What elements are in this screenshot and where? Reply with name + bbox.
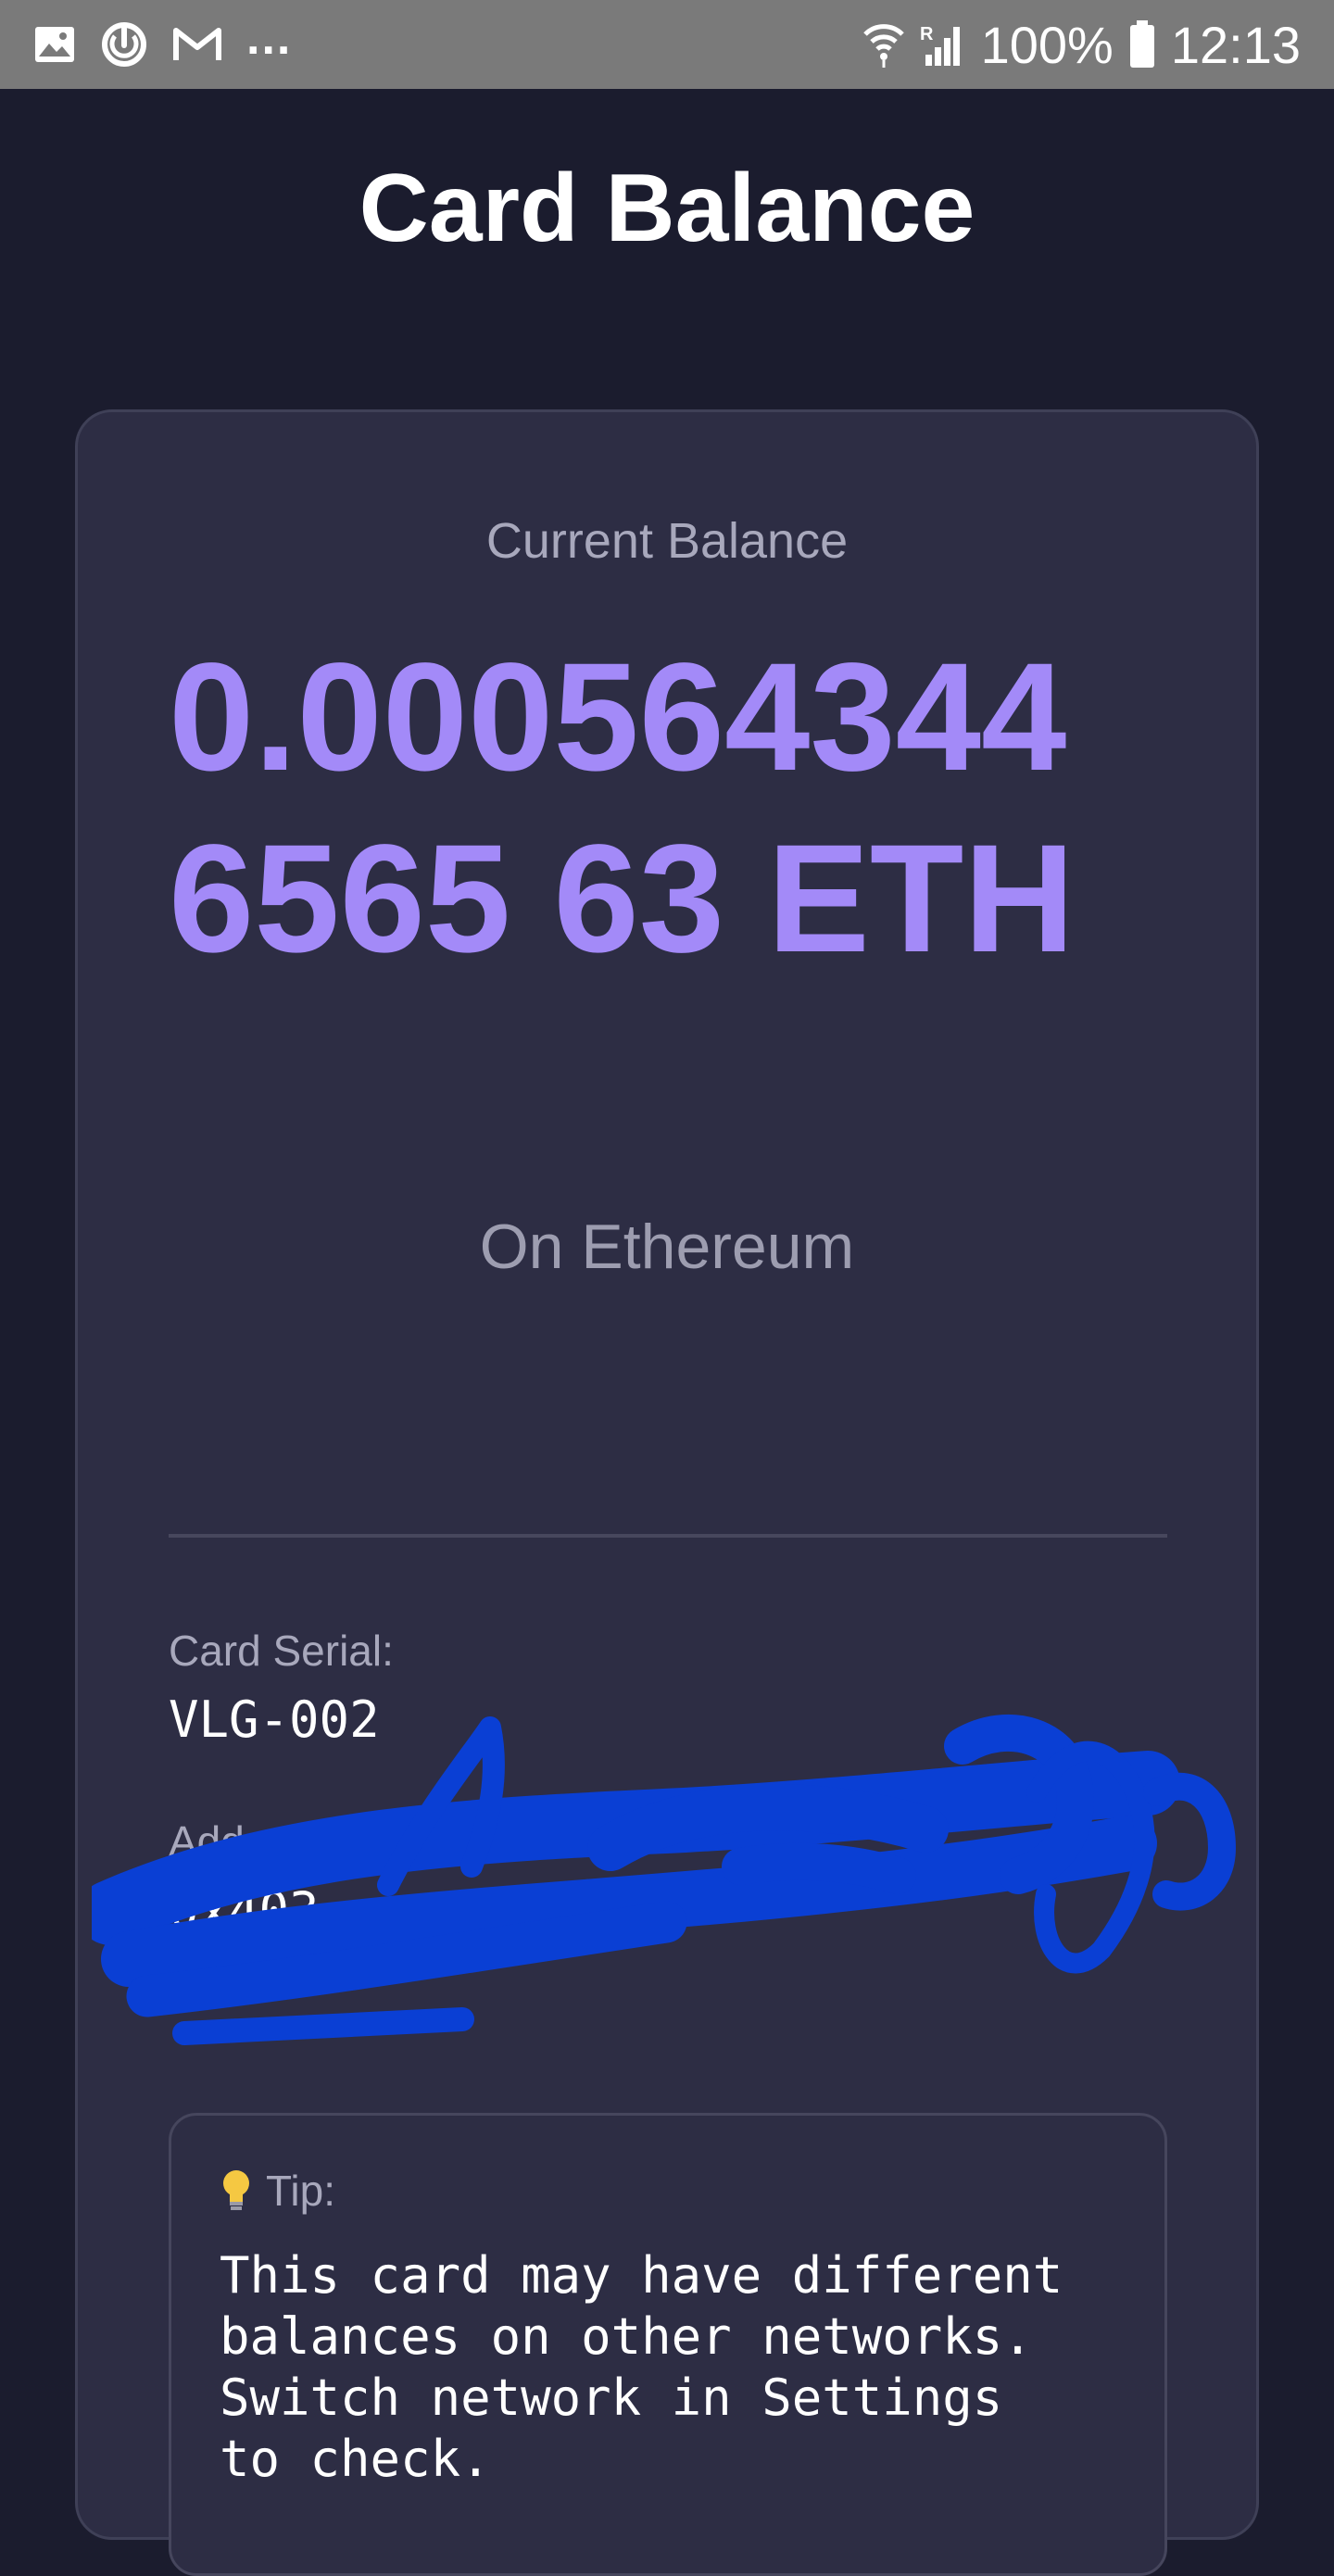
sync-icon (100, 20, 148, 69)
card-serial-value: VLG-002 (169, 1690, 380, 1749)
status-bar-right: R 100% 12:13 (862, 15, 1301, 75)
overflow-indicator: ... (246, 11, 293, 65)
status-bar-left: ... (33, 11, 292, 69)
gmail-icon (172, 25, 222, 64)
roaming-indicator: R (920, 24, 934, 44)
divider (169, 1534, 1167, 1538)
lightbulb-icon (220, 2168, 253, 2213)
tip-box: Tip: This card may have different balanc… (169, 2113, 1167, 2576)
card-serial-label: Card Serial: (169, 1627, 394, 1675)
battery-percent: 100% (980, 15, 1114, 74)
app-screen: Card Balance Current Balance 0.000564344… (0, 89, 1334, 2576)
balance-label: Current Balance (485, 513, 849, 569)
balance-card: Current Balance 0.0005643446565 63 ETH O… (75, 409, 1259, 2576)
tip-header: Tip: (220, 2166, 335, 2216)
network-label: On Ethereum (479, 1212, 855, 1282)
page-title: Card Balance (359, 155, 975, 262)
tip-label: Tip: (266, 2167, 335, 2215)
gallery-icon (33, 25, 76, 64)
address-value: 0x403 (169, 1881, 320, 1940)
balance-amount: 0.0005643446565 63 ETH (169, 632, 1076, 985)
status-bar: ... R 100% 12:13 (0, 0, 1334, 89)
battery-icon (1128, 20, 1156, 69)
wifi-icon (862, 21, 905, 68)
tip-text: This card may have different balances on… (220, 2246, 1063, 2488)
clock: 12:13 (1170, 15, 1301, 74)
signal-icon: R (920, 21, 966, 68)
address-label: Address: (169, 1817, 337, 1866)
